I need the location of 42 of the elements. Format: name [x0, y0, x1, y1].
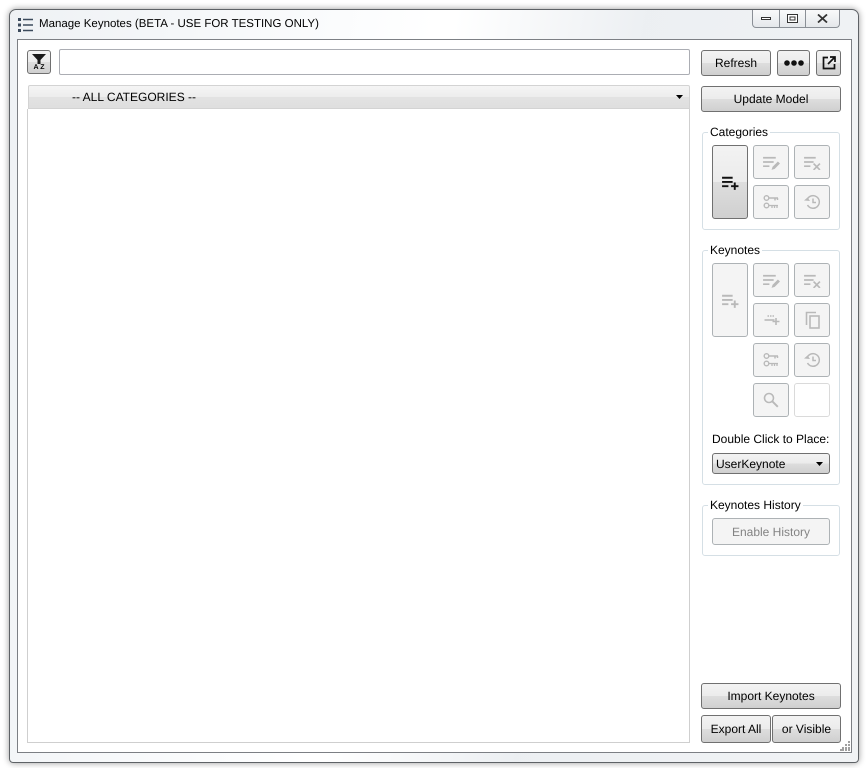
list-plus-icon — [721, 174, 739, 190]
caret-icon — [676, 95, 683, 99]
pop-out-icon — [822, 56, 836, 70]
more-icon — [784, 60, 804, 66]
minimize-button[interactable] — [752, 10, 780, 28]
history-icon — [803, 194, 821, 210]
add-button[interactable] — [712, 145, 748, 219]
search-field[interactable] — [59, 49, 690, 75]
minimize-icon — [761, 17, 771, 20]
search-icon — [763, 392, 779, 408]
update-model-button[interactable]: Update Model — [701, 86, 841, 112]
indented-list-plus-icon — [762, 314, 780, 326]
export-all-button[interactable]: Export All — [701, 715, 771, 743]
import-keynotes-button[interactable]: Import Keynotes — [701, 683, 841, 709]
close-icon — [817, 14, 828, 23]
window-title: Manage Keynotes (BETA - USE FOR TESTING ONLY) — [39, 16, 319, 32]
group-title: Keynotes History — [709, 498, 802, 513]
history-icon — [803, 352, 821, 368]
caret-icon — [816, 462, 823, 466]
list-plus-icon — [721, 292, 739, 308]
maximize-icon — [787, 14, 798, 23]
maximize-button[interactable] — [780, 10, 806, 28]
list-cross-icon — [803, 272, 821, 288]
funnel-icon — [32, 54, 46, 64]
key-icon — [763, 194, 779, 210]
list-cross-icon — [803, 154, 821, 170]
export-visible-button[interactable]: or Visible — [772, 715, 841, 743]
list-pencil-icon — [762, 272, 780, 288]
resize-grip-icon — [840, 741, 850, 751]
more-button[interactable] — [777, 50, 810, 76]
list-icon — [18, 18, 33, 32]
pop-out-button[interactable] — [816, 50, 841, 76]
place-type-dropdown[interactable]: UserKeynote — [712, 453, 830, 474]
refresh-button[interactable]: Refresh — [701, 50, 771, 76]
key-icon — [763, 352, 779, 368]
place-label: Double Click to Place: — [712, 431, 830, 448]
close-button[interactable] — [806, 10, 840, 28]
category-dropdown[interactable]: -- ALL CATEGORIES -- — [28, 85, 690, 109]
group-title: Categories — [709, 125, 770, 140]
group-title: Keynotes — [709, 243, 762, 258]
list-pencil-icon — [762, 154, 780, 170]
copy-icon — [804, 311, 820, 329]
